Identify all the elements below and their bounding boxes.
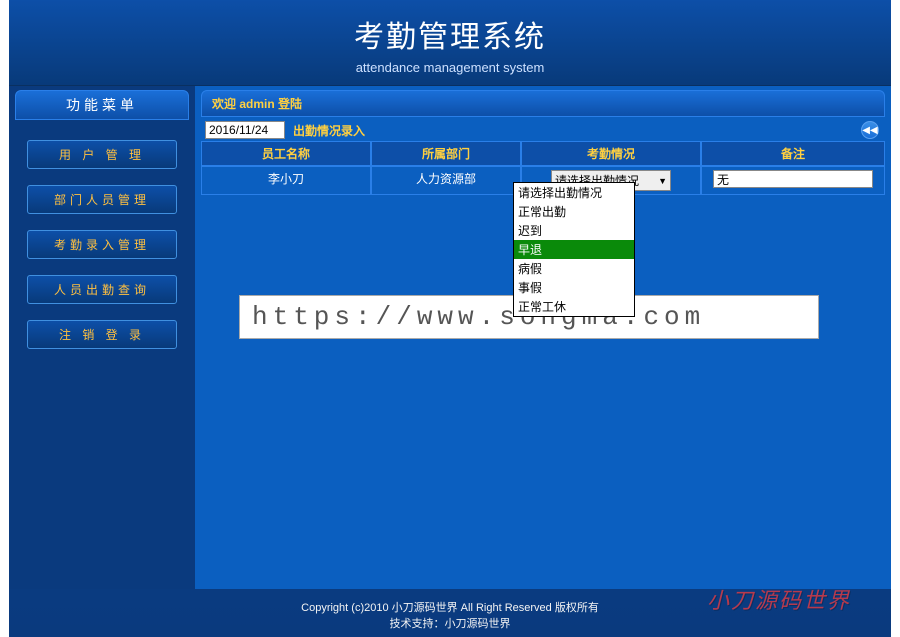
sidebar-item-logout[interactable]: 注 销 登 录 [27, 320, 177, 349]
entry-label: 出勤情况录入 [293, 122, 365, 139]
td-dept: 人力资源部 [371, 166, 521, 195]
app-title: 考勤管理系统 [9, 12, 891, 56]
app-root: 考勤管理系统 attendance management system 功能菜单… [9, 0, 891, 637]
chevron-down-icon: ▼ [658, 176, 667, 186]
sidebar-item-attendance-entry[interactable]: 考勤录入管理 [27, 230, 177, 259]
th-dept: 所属部门 [371, 141, 521, 166]
footer: Copyright (c)2010 小刀源码世界 All Right Reser… [9, 589, 891, 637]
welcome-user: admin [239, 97, 274, 111]
app-header: 考勤管理系统 attendance management system [9, 0, 891, 86]
welcome-suffix: 登陆 [278, 97, 302, 111]
dropdown-option[interactable]: 早退 [514, 240, 634, 259]
dropdown-option[interactable]: 请选择出勤情况 [514, 183, 634, 202]
table-header-row: 员工名称 所属部门 考勤情况 备注 [201, 141, 885, 166]
sidebar-item-user-mgmt[interactable]: 用 户 管 理 [27, 140, 177, 169]
footer-brand-mark: 小刀源码世界 [707, 583, 851, 615]
date-input[interactable] [205, 121, 285, 139]
remark-input[interactable] [713, 170, 873, 188]
status-dropdown: 请选择出勤情况正常出勤迟到早退病假事假正常工休 [513, 182, 635, 317]
controls-row: 出勤情况录入 ◀◀ [201, 119, 885, 141]
th-remark: 备注 [701, 141, 885, 166]
dropdown-option[interactable]: 事假 [514, 278, 634, 297]
welcome-bar: 欢迎 admin 登陆 [201, 90, 885, 117]
th-name: 员工名称 [201, 141, 371, 166]
app-subtitle: attendance management system [9, 60, 891, 75]
dropdown-option[interactable]: 病假 [514, 259, 634, 278]
th-status: 考勤情况 [521, 141, 701, 166]
nav-prev-button[interactable]: ◀◀ [861, 121, 879, 139]
dropdown-option[interactable]: 正常出勤 [514, 202, 634, 221]
sidebar: 功能菜单 用 户 管 理 部门人员管理 考勤录入管理 人员出勤查询 注 销 登 … [9, 86, 195, 589]
sidebar-item-attendance-query[interactable]: 人员出勤查询 [27, 275, 177, 304]
td-name: 李小刀 [201, 166, 371, 195]
welcome-prefix: 欢迎 [212, 97, 236, 111]
dropdown-option[interactable]: 迟到 [514, 221, 634, 240]
nav-prev-icon: ◀◀ [862, 125, 877, 136]
footer-line2: 技术支持：小刀源码世界 [9, 615, 891, 631]
dropdown-option[interactable]: 正常工休 [514, 297, 634, 316]
td-remark [701, 166, 885, 195]
sidebar-item-dept-mgmt[interactable]: 部门人员管理 [27, 185, 177, 214]
sidebar-heading: 功能菜单 [15, 90, 189, 120]
